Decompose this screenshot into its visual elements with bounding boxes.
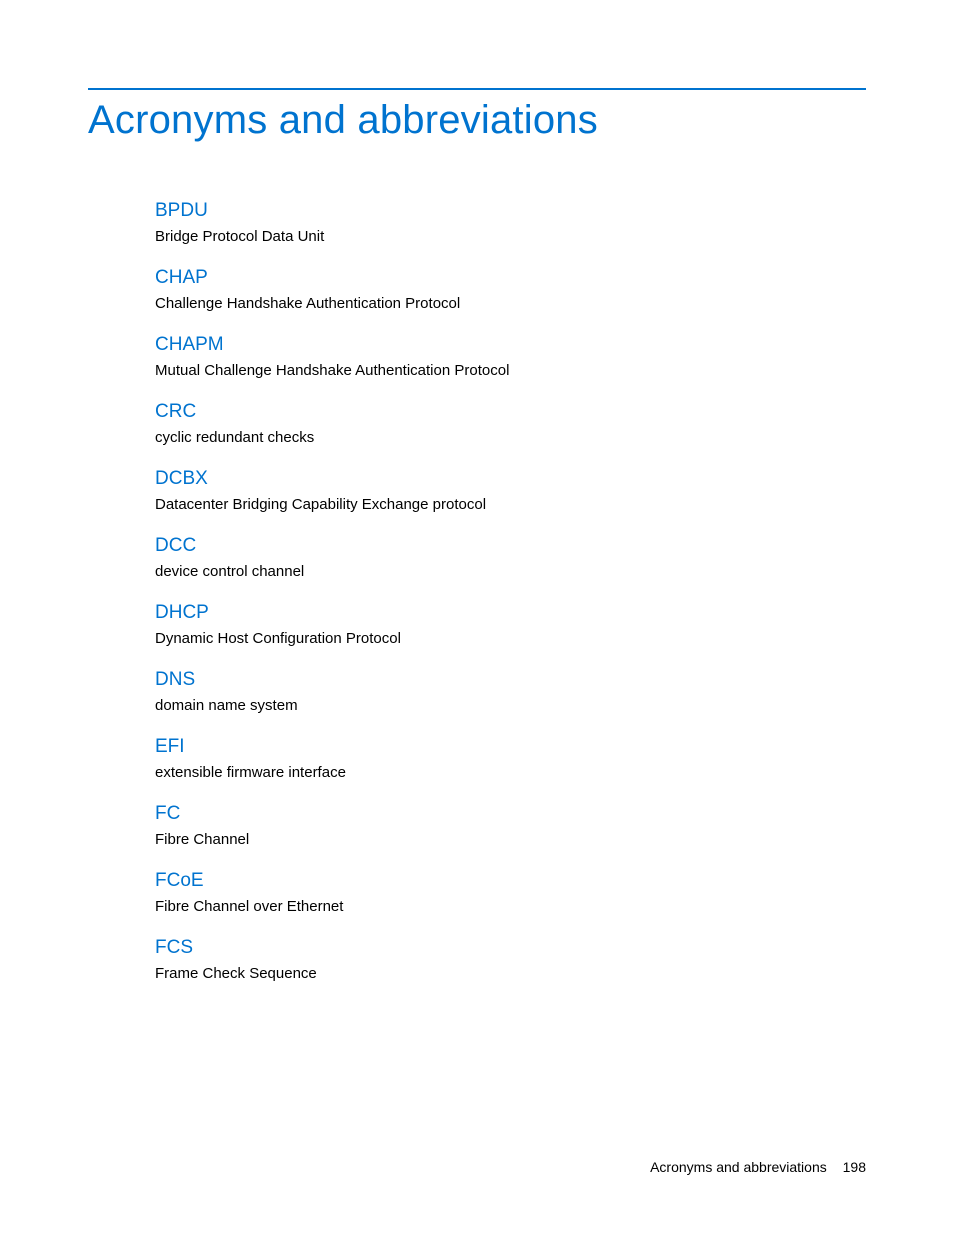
term: EFI: [155, 736, 866, 758]
footer: Acronyms and abbreviations 198: [650, 1159, 866, 1175]
term: CHAP: [155, 267, 866, 289]
entry: BPDU Bridge Protocol Data Unit: [155, 200, 866, 245]
entry: FCoE Fibre Channel over Ethernet: [155, 870, 866, 915]
entry: FCS Frame Check Sequence: [155, 937, 866, 982]
term: DCBX: [155, 468, 866, 490]
content: BPDU Bridge Protocol Data Unit CHAP Chal…: [155, 200, 866, 1004]
page-title: Acronyms and abbreviations: [88, 98, 598, 143]
entry: CRC cyclic redundant checks: [155, 401, 866, 446]
entry: DNS domain name system: [155, 669, 866, 714]
definition: extensible firmware interface: [155, 764, 866, 781]
definition: Mutual Challenge Handshake Authenticatio…: [155, 362, 866, 379]
entry: DCC device control channel: [155, 535, 866, 580]
entry: FC Fibre Channel: [155, 803, 866, 848]
term: DCC: [155, 535, 866, 557]
definition: device control channel: [155, 563, 866, 580]
entry: CHAP Challenge Handshake Authentication …: [155, 267, 866, 312]
entry: DHCP Dynamic Host Configuration Protocol: [155, 602, 866, 647]
term: FC: [155, 803, 866, 825]
top-rule: [88, 88, 866, 90]
definition: Dynamic Host Configuration Protocol: [155, 630, 866, 647]
definition: domain name system: [155, 697, 866, 714]
definition: Fibre Channel: [155, 831, 866, 848]
term: DHCP: [155, 602, 866, 624]
term: CRC: [155, 401, 866, 423]
definition: Bridge Protocol Data Unit: [155, 228, 866, 245]
term: BPDU: [155, 200, 866, 222]
definition: cyclic redundant checks: [155, 429, 866, 446]
definition: Challenge Handshake Authentication Proto…: [155, 295, 866, 312]
page: Acronyms and abbreviations BPDU Bridge P…: [0, 0, 954, 1235]
entry: DCBX Datacenter Bridging Capability Exch…: [155, 468, 866, 513]
term: FCoE: [155, 870, 866, 892]
term: DNS: [155, 669, 866, 691]
footer-section: Acronyms and abbreviations: [650, 1159, 827, 1175]
entry: CHAPM Mutual Challenge Handshake Authent…: [155, 334, 866, 379]
term: CHAPM: [155, 334, 866, 356]
definition: Datacenter Bridging Capability Exchange …: [155, 496, 866, 513]
entry: EFI extensible firmware interface: [155, 736, 866, 781]
definition: Fibre Channel over Ethernet: [155, 898, 866, 915]
footer-page-number: 198: [843, 1159, 866, 1175]
term: FCS: [155, 937, 866, 959]
definition: Frame Check Sequence: [155, 965, 866, 982]
